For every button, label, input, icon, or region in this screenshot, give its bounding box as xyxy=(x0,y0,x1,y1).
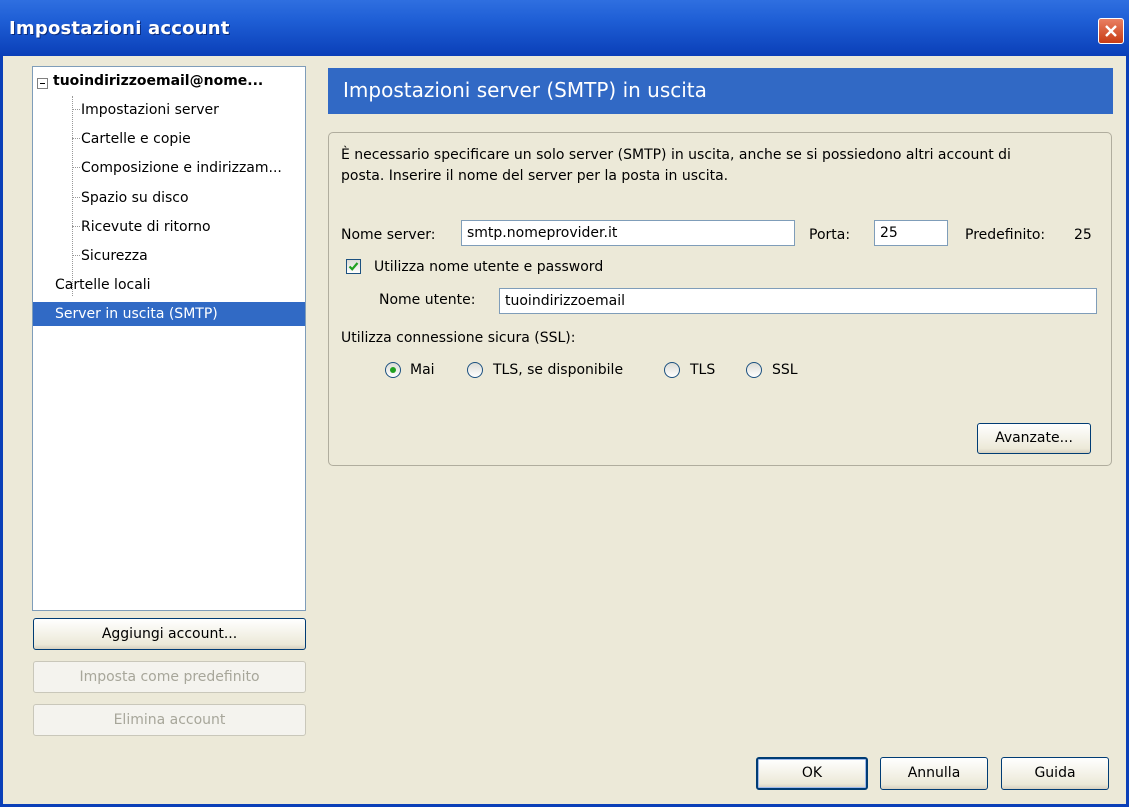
collapse-icon[interactable] xyxy=(37,78,48,89)
description-line-1: È necessario specificare un solo server … xyxy=(341,147,1011,163)
set-default-label: Imposta come predefinito xyxy=(79,669,260,685)
set-default-button[interactable]: Imposta come predefinito xyxy=(33,661,306,693)
server-name-label: Nome server: xyxy=(341,227,436,243)
username-label: Nome utente: xyxy=(379,292,476,308)
radio-selected-dot xyxy=(390,367,396,373)
radio-tls-label[interactable]: TLS xyxy=(690,362,715,378)
radio-tls-if-available[interactable] xyxy=(467,362,483,378)
ok-button[interactable]: OK xyxy=(756,757,868,790)
tree-branch-line xyxy=(72,226,80,227)
close-button[interactable] xyxy=(1098,18,1124,44)
panel-title: Impostazioni server (SMTP) in uscita xyxy=(343,78,707,102)
server-name-input[interactable]: smtp.nomeprovider.it xyxy=(461,220,795,246)
tree-item-account[interactable]: tuoindirizzoemail@nome... xyxy=(53,69,263,93)
tree-item-smtp-server[interactable]: Server in uscita (SMTP) xyxy=(33,302,305,326)
radio-ssl-label[interactable]: SSL xyxy=(772,362,798,378)
cancel-button[interactable]: Annulla xyxy=(880,757,988,790)
radio-tls-if-available-label[interactable]: TLS, se disponibile xyxy=(493,362,623,378)
tree-branch-line xyxy=(72,167,80,168)
port-label: Porta: xyxy=(809,227,851,243)
tree-branch-line xyxy=(72,255,80,256)
title-bar: Impostazioni account xyxy=(0,0,1129,56)
close-icon xyxy=(1105,25,1117,37)
tree-item-security[interactable]: Sicurezza xyxy=(81,244,148,268)
username-input[interactable]: tuoindirizzoemail xyxy=(499,288,1097,314)
description-line-2: posta. Inserire il nome del server per l… xyxy=(341,168,729,184)
tree-branch-line xyxy=(72,197,80,198)
help-label: Guida xyxy=(1034,765,1076,781)
tree-item-composition[interactable]: Composizione e indirizzam... xyxy=(81,156,282,180)
tree-item-disk-space[interactable]: Spazio su disco xyxy=(81,186,189,210)
tree-item-server-settings[interactable]: Impostazioni server xyxy=(81,98,219,122)
advanced-button[interactable]: Avanzate... xyxy=(977,423,1091,454)
checkmark-icon xyxy=(348,262,359,271)
default-port-value: 25 xyxy=(1074,227,1092,243)
radio-never[interactable] xyxy=(385,362,401,378)
add-account-button[interactable]: Aggiungi account... xyxy=(33,618,306,650)
account-tree[interactable]: tuoindirizzoemail@nome... Impostazioni s… xyxy=(32,66,306,611)
window-frame-left xyxy=(0,56,3,807)
tree-item-return-receipts[interactable]: Ricevute di ritorno xyxy=(81,215,211,239)
default-port-label: Predefinito: xyxy=(965,227,1046,243)
panel-header: Impostazioni server (SMTP) in uscita xyxy=(328,68,1113,114)
delete-account-button[interactable]: Elimina account xyxy=(33,704,306,736)
use-auth-label[interactable]: Utilizza nome utente e password xyxy=(374,259,603,275)
radio-never-label[interactable]: Mai xyxy=(410,362,435,378)
radio-tls[interactable] xyxy=(664,362,680,378)
delete-account-label: Elimina account xyxy=(113,712,226,728)
ok-label: OK xyxy=(801,765,823,781)
tree-branch-line xyxy=(72,138,80,139)
add-account-label: Aggiungi account... xyxy=(101,626,238,642)
tree-item-folders-copies[interactable]: Cartelle e copie xyxy=(81,127,191,151)
tree-branch-line xyxy=(72,109,80,110)
use-auth-checkbox[interactable] xyxy=(346,259,361,274)
advanced-label: Avanzate... xyxy=(995,430,1073,446)
tree-item-smtp-label: Server in uscita (SMTP) xyxy=(55,306,218,322)
window-title: Impostazioni account xyxy=(9,18,230,39)
tree-item-local-folders[interactable]: Cartelle locali xyxy=(55,273,151,297)
ssl-label: Utilizza connessione sicura (SSL): xyxy=(341,330,576,346)
cancel-label: Annulla xyxy=(907,765,961,781)
port-input[interactable]: 25 xyxy=(874,220,948,246)
tree-connector-line xyxy=(72,96,73,296)
help-button[interactable]: Guida xyxy=(1001,757,1109,790)
radio-ssl[interactable] xyxy=(746,362,762,378)
